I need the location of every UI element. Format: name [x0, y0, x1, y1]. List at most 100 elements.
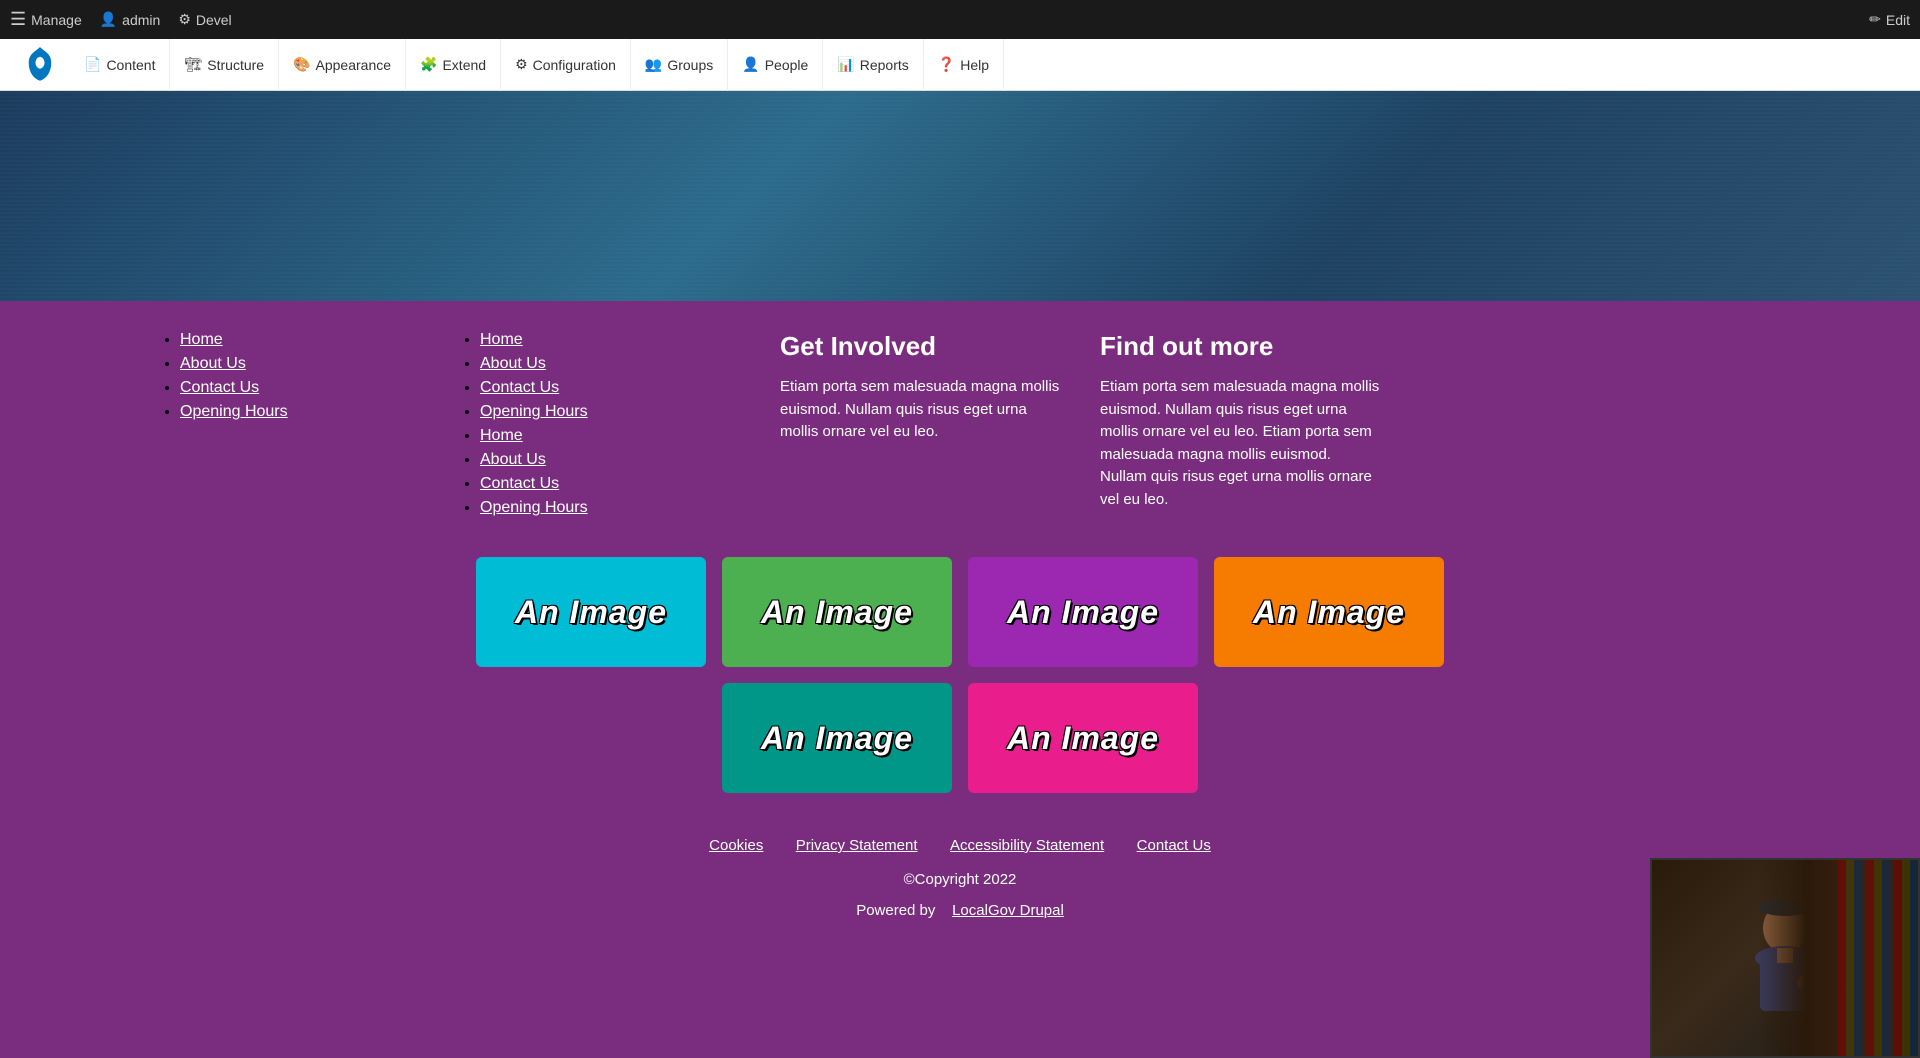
image-box-4[interactable]: An Image [1214, 557, 1444, 667]
privacy-link[interactable]: Privacy Statement [796, 837, 918, 854]
cookies-link[interactable]: Cookies [709, 837, 763, 854]
nav-col-1-list: Home About Us Contact Us Opening Hours [160, 331, 420, 421]
hero-water-overlay [0, 91, 1920, 301]
structure-icon: 🏗 [184, 56, 202, 73]
list-item: Contact Us [180, 379, 420, 397]
nav-col-2-list: Home About Us Contact Us Opening Hours H… [460, 331, 720, 517]
nav-contact-link-1[interactable]: Contact Us [180, 379, 259, 396]
list-item: About Us [480, 451, 720, 469]
nav-contact-link-2b[interactable]: Contact Us [480, 475, 559, 492]
admin-toolbar: ☰ Manage 👤 admin ⚙ Devel ✏ Edit [0, 0, 1920, 39]
configuration-label: Configuration [533, 57, 616, 73]
nav-extend[interactable]: 🧩 Extend [406, 39, 501, 91]
image-box-5[interactable]: An Image [722, 683, 952, 793]
user-icon: 👤 [100, 11, 117, 28]
content-icon: 📄 [84, 56, 101, 73]
structure-label: Structure [207, 57, 264, 73]
edit-label: Edit [1886, 12, 1910, 28]
image-label-4: An Image [1253, 594, 1405, 631]
localgov-drupal-link[interactable]: LocalGov Drupal [952, 902, 1064, 919]
extend-icon: 🧩 [420, 56, 437, 73]
image-box-1[interactable]: An Image [476, 557, 706, 667]
toolbar-left: ☰ Manage 👤 admin ⚙ Devel [10, 9, 232, 30]
image-label-2: An Image [761, 594, 913, 631]
nav-home-link-2b[interactable]: Home [480, 427, 523, 444]
nav-content[interactable]: 📄 Content [70, 39, 170, 91]
devel-label: Devel [196, 12, 232, 28]
nav-home-link-1[interactable]: Home [180, 331, 223, 348]
footer-links: Cookies Privacy Statement Accessibility … [160, 837, 1760, 855]
image-row-2: An Image An Image [160, 679, 1760, 797]
nav-people[interactable]: 👤 People [728, 39, 823, 91]
nav-hours-link-2a[interactable]: Opening Hours [480, 403, 588, 420]
main-content: Home About Us Contact Us Opening Hours H… [0, 301, 1920, 979]
powered-by-label: Powered by [856, 902, 935, 919]
image-box-3[interactable]: An Image [968, 557, 1198, 667]
list-item: Home [480, 427, 720, 445]
admin-menu-item[interactable]: 👤 admin [100, 11, 161, 28]
contact-us-footer-link[interactable]: Contact Us [1137, 837, 1211, 854]
toolbar-right: ✏ Edit [1869, 11, 1910, 28]
image-label-1: An Image [515, 594, 667, 631]
image-box-2[interactable]: An Image [722, 557, 952, 667]
nav-columns-section: Home About Us Contact Us Opening Hours H… [160, 331, 1760, 523]
nav-home-link-2a[interactable]: Home [480, 331, 523, 348]
nav-about-link-2a[interactable]: About Us [480, 355, 546, 372]
manage-label: Manage [31, 12, 82, 28]
copyright: ©Copyright 2022 [160, 871, 1760, 888]
nav-hours-link-1[interactable]: Opening Hours [180, 403, 288, 420]
image-label-5: An Image [761, 720, 913, 757]
edit-menu-item[interactable]: ✏ Edit [1869, 11, 1910, 28]
image-grid: An Image An Image An Image An Image An I… [160, 553, 1760, 797]
find-out-more-body: Etiam porta sem malesuada magna mollis e… [1100, 376, 1380, 511]
nav-reports[interactable]: 📊 Reports [823, 39, 923, 91]
people-icon: 👤 [742, 56, 759, 73]
groups-label: Groups [667, 57, 713, 73]
list-item: Contact Us [480, 379, 720, 397]
content-label: Content [106, 57, 155, 73]
bookshelf-bg [1838, 860, 1918, 1056]
nav-hours-link-2b[interactable]: Opening Hours [480, 499, 588, 516]
powered-by: Powered by LocalGov Drupal [160, 902, 1760, 919]
get-involved-title: Get Involved [780, 331, 1060, 362]
nav-contact-link-2a[interactable]: Contact Us [480, 379, 559, 396]
list-item: Opening Hours [480, 403, 720, 421]
people-label: People [765, 57, 809, 73]
list-item: Opening Hours [180, 403, 420, 421]
image-row-1: An Image An Image An Image An Image [160, 553, 1760, 671]
nav-help[interactable]: ❓ Help [924, 39, 1004, 91]
nav-about-link-2b[interactable]: About Us [480, 451, 546, 468]
nav-configuration[interactable]: ⚙ Configuration [501, 39, 631, 91]
webcam-overlay [1650, 858, 1920, 1058]
find-out-more-section: Find out more Etiam porta sem malesuada … [1080, 331, 1400, 523]
find-out-more-title: Find out more [1100, 331, 1380, 362]
reports-icon: 📊 [837, 56, 854, 73]
nav-about-link-1[interactable]: About Us [180, 355, 246, 372]
secondary-nav: 📄 Content 🏗 Structure 🎨 Appearance 🧩 Ext… [0, 39, 1920, 91]
list-item: Opening Hours [480, 499, 720, 517]
appearance-icon: 🎨 [293, 56, 310, 73]
list-item: About Us [180, 355, 420, 373]
list-item: About Us [480, 355, 720, 373]
nav-appearance[interactable]: 🎨 Appearance [279, 39, 406, 91]
edit-icon: ✏ [1869, 11, 1881, 28]
extend-label: Extend [442, 57, 486, 73]
groups-icon: 👥 [645, 56, 662, 73]
help-label: Help [960, 57, 989, 73]
nav-col-2: Home About Us Contact Us Opening Hours H… [460, 331, 760, 523]
help-icon: ❓ [938, 56, 955, 73]
manage-menu-item[interactable]: ☰ Manage [10, 9, 82, 30]
get-involved-section: Get Involved Etiam porta sem malesuada m… [760, 331, 1080, 523]
get-involved-body: Etiam porta sem malesuada magna mollis e… [780, 376, 1060, 444]
nav-structure[interactable]: 🏗 Structure [170, 39, 279, 91]
list-item: Contact Us [480, 475, 720, 493]
nav-col-1: Home About Us Contact Us Opening Hours [160, 331, 460, 523]
devel-menu-item[interactable]: ⚙ Devel [178, 11, 231, 28]
image-box-6[interactable]: An Image [968, 683, 1198, 793]
list-item: Home [180, 331, 420, 349]
nav-groups[interactable]: 👥 Groups [631, 39, 728, 91]
accessibility-link[interactable]: Accessibility Statement [950, 837, 1104, 854]
devel-icon: ⚙ [178, 11, 191, 28]
person-silhouette [1735, 893, 1835, 1023]
drupal-logo[interactable] [20, 45, 60, 85]
